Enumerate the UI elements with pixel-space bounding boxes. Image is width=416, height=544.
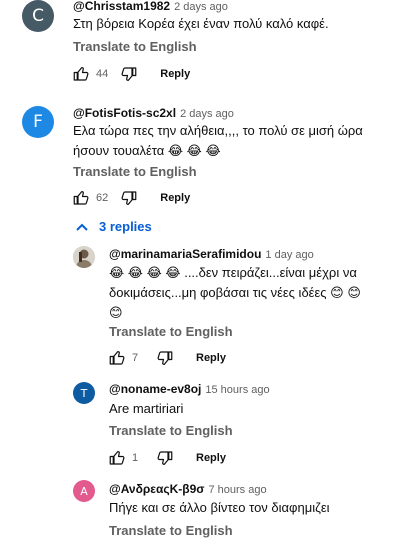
like-count: 1 [132,452,139,464]
translate-button[interactable]: Translate to English [109,423,233,438]
avatar[interactable]: A [73,480,95,502]
comment-time[interactable]: 7 hours ago [208,484,266,496]
avatar[interactable]: F [22,106,54,138]
avatar[interactable] [73,246,95,268]
comment-thread: C @Chrisstam1982 2 days ago Στη βόρεια Κο… [0,0,416,90]
comment-text: 😂 😂 😂 😂 ....δεν πειράζει...είναι μέχρι ν… [109,263,409,323]
reply-button[interactable]: Reply [160,68,190,80]
comment-text: Ελα τώρα πες την αλήθεια,,,, το πολύ σε … [73,121,403,161]
author-handle[interactable]: @FotisFotis-sc2xl [73,106,176,120]
comment-text: Are martiriari [109,401,184,416]
comment-text: Πήγε και σε άλλο βίντεο τον διαφημιζει [109,500,330,515]
translate-button[interactable]: Translate to English [73,164,197,179]
reply-button[interactable]: Reply [196,452,226,464]
avatar-letter: T [80,386,88,400]
thumbs-down-icon[interactable] [120,65,138,83]
comment-thread: F @FotisFotis-sc2xl 2 days ago Ελα τώρα π… [0,106,416,236]
reply-comment: A @ΑνδρεαςΚ-β9σ 7 hours ago Πήγε και σε ά… [0,480,416,544]
translate-button[interactable]: Translate to English [73,39,197,54]
translate-button[interactable]: Translate to English [109,324,233,339]
thumbs-up-icon[interactable] [72,65,90,83]
thumbs-up-icon[interactable] [108,449,126,467]
comment-actions: 62 Reply [72,188,190,208]
user-photo-icon [73,246,95,268]
author-handle[interactable]: @marinamariaSerafimidou [109,247,261,261]
comment-actions: 44 Reply [72,64,190,84]
comment-text-line: ήσουν τουαλέτα 😂 😂 😂 [73,143,221,158]
thumbs-down-icon[interactable] [156,349,174,367]
thumbs-up-icon[interactable] [72,189,90,207]
reply-button[interactable]: Reply [196,352,226,364]
comment-text: Στη βόρεια Κορέα έχει έναν πολύ καλό καφ… [73,16,329,31]
comment-time[interactable]: 2 days ago [174,1,228,13]
thumbs-down-icon[interactable] [156,449,174,467]
avatar-letter: A [80,484,88,498]
thumbs-up-icon[interactable] [108,349,126,367]
thumbs-down-icon[interactable] [120,189,138,207]
comment-author[interactable]: @Chrisstam1982 2 days ago [73,0,228,13]
comment-author[interactable]: @marinamariaSerafimidou 1 day ago [109,247,314,261]
avatar-letter: C [32,6,44,26]
reply-button[interactable]: Reply [160,192,190,204]
comment-author[interactable]: @FotisFotis-sc2xl 2 days ago [73,106,234,120]
avatar-letter: F [33,112,43,132]
author-handle[interactable]: @Chrisstam1982 [73,0,170,13]
like-count: 44 [96,68,109,80]
comment-time[interactable]: 1 day ago [265,249,313,261]
reply-comment: T @noname-ev8oj 15 hours ago Are martiria… [0,380,416,470]
comment-actions: 7 Reply [108,348,226,368]
avatar[interactable]: T [73,382,95,404]
chevron-up-icon [76,223,88,231]
comment-time[interactable]: 15 hours ago [205,384,269,396]
avatar[interactable]: C [22,0,54,32]
comment-author[interactable]: @noname-ev8oj 15 hours ago [109,382,270,396]
comment-time[interactable]: 2 days ago [180,108,234,120]
like-count: 7 [132,352,139,364]
author-handle[interactable]: @ΑνδρεαςΚ-β9σ [109,482,204,496]
like-count: 62 [96,192,109,204]
replies-toggle-button[interactable]: 3 replies [75,219,152,234]
comment-text-line: Ελα τώρα πες την αλήθεια,,,, το πολύ σε … [73,123,363,138]
comment-actions: 1 Reply [108,448,226,468]
replies-count-label: 3 replies [99,219,152,234]
reply-comment: @marinamariaSerafimidou 1 day ago 😂 😂 😂 😂… [0,246,416,370]
comment-text-line: 😊 [109,305,123,320]
comment-text-line: 😂 😂 😂 😂 ....δεν πειράζει...είναι μέχρι ν… [109,265,357,280]
author-handle[interactable]: @noname-ev8oj [109,382,201,396]
comment-author[interactable]: @ΑνδρεαςΚ-β9σ 7 hours ago [109,482,267,496]
translate-button[interactable]: Translate to English [109,523,233,538]
comment-text-line: δοκιμάσεις...μη φοβάσαι τις νέες ιδέες 😊… [109,285,361,300]
